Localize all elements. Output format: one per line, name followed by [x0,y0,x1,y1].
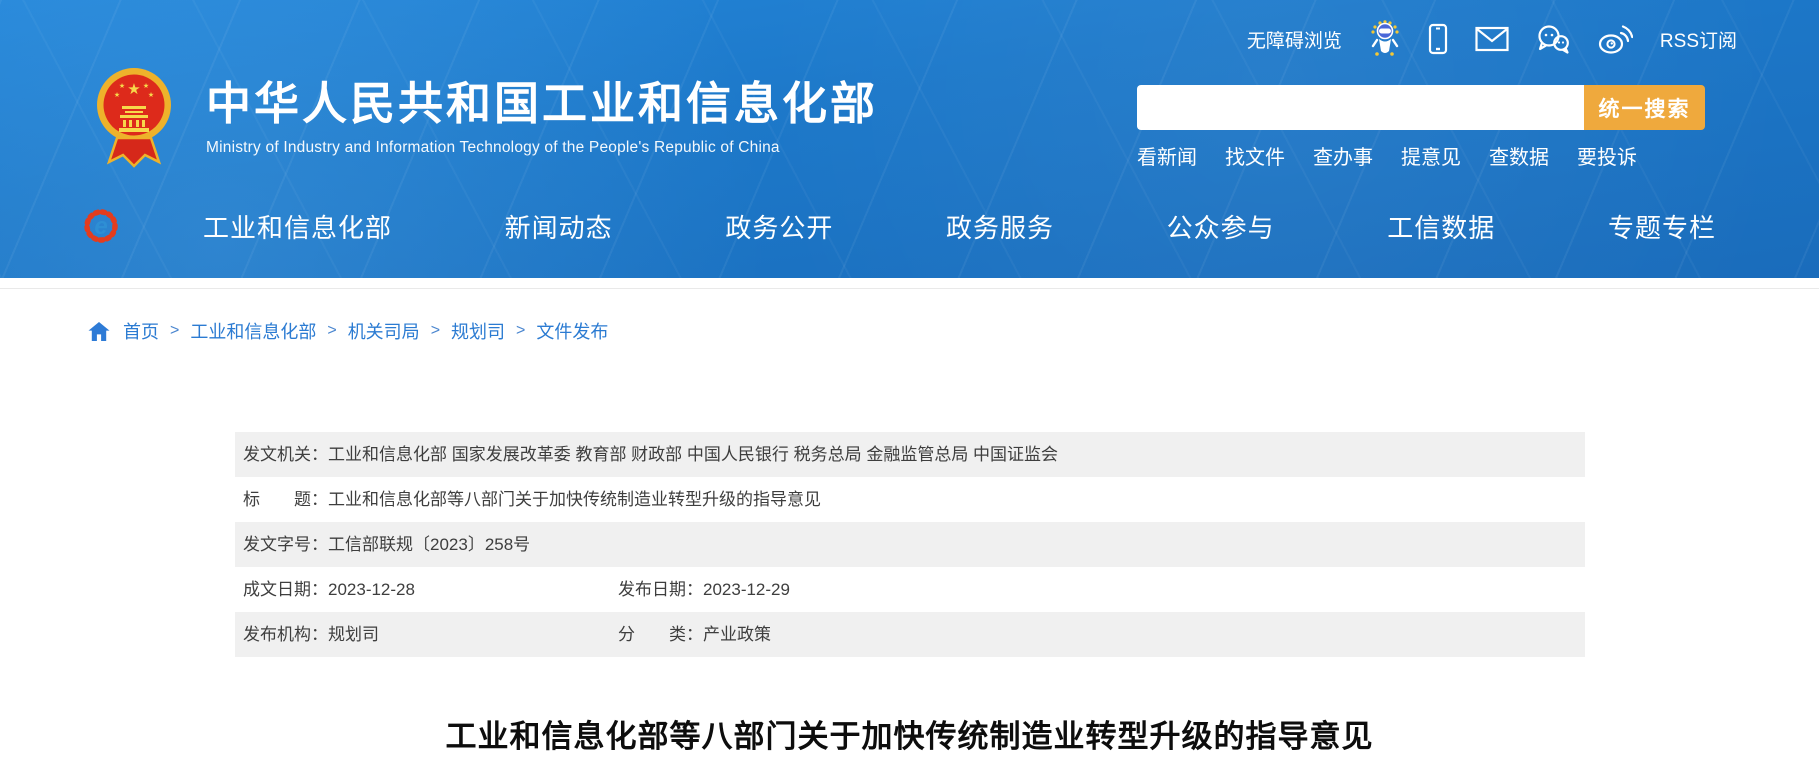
page: 无障碍浏览 [0,0,1819,774]
nav-item-miit[interactable]: 工业和信息化部 [203,208,392,245]
site-title-en: Ministry of Industry and Information Tec… [206,139,878,157]
site-title-cn: 中华人民共和国工业和信息化部 [206,78,878,130]
breadcrumb-separator: > [516,322,525,340]
nav-item-participation[interactable]: 公众参与 [1167,208,1275,245]
home-icon[interactable] [88,321,110,342]
row-value: 2023-12-29 [703,580,790,599]
nav-item-gov-services[interactable]: 政务服务 [946,208,1054,245]
quick-link-complaint[interactable]: 要投诉 [1577,141,1637,170]
breadcrumb-planning-dept[interactable]: 规划司 [451,318,505,344]
row-label: 分 类： [618,625,703,644]
quick-link-services[interactable]: 查办事 [1313,141,1373,170]
site-header: 无障碍浏览 [0,0,1819,278]
breadcrumb-document-release[interactable]: 文件发布 [536,318,608,344]
document-title: 工业和信息化部等八部门关于加快传统制造业转型升级的指导意见 [0,711,1819,756]
utility-bar: 无障碍浏览 [1247,20,1737,58]
nav-items: 工业和信息化部 新闻动态 政务公开 政务服务 公众参与 工信数据 专题专栏 [203,198,1716,254]
row-label: 发布机构： [243,625,328,644]
mail-icon[interactable] [1475,26,1509,52]
row-label: 发文字号： [243,535,328,554]
breadcrumb: 首页 > 工业和信息化部 > 机关司局 > 规划司 > 文件发布 [88,318,608,344]
breadcrumb-home[interactable]: 首页 [123,318,159,344]
document-info-table: 发文机关：工业和信息化部 国家发展改革委 教育部 财政部 中国人民银行 税务总局… [235,432,1585,657]
row-value: 工业和信息化部等八部门关于加快传统制造业转型升级的指导意见 [328,490,821,509]
svg-text:★: ★ [127,81,140,98]
mobile-icon[interactable] [1428,23,1448,55]
row-label: 发文机关： [243,445,328,464]
svg-text:★: ★ [143,82,149,90]
primary-nav: e 工业和信息化部 新闻动态 政务公开 政务服务 公众参与 工信数据 专题专栏 [0,198,1819,254]
row-label: 发布日期： [618,580,703,599]
national-emblem: ★ ★ ★ ★ ★ [96,64,172,175]
search-area: 统一搜索 [1137,85,1705,130]
svg-text:★: ★ [148,91,154,99]
row-pair-category: 分 类：产业政策 [618,612,771,657]
table-row-document-number: 发文字号：工信部联规〔2023〕258号 [235,522,1585,567]
breadcrumb-miit[interactable]: 工业和信息化部 [190,318,316,344]
row-value: 工信部联规〔2023〕258号 [328,535,530,554]
quick-link-data[interactable]: 查数据 [1489,141,1549,170]
nav-item-gov-info[interactable]: 政务公开 [725,208,833,245]
nav-item-news[interactable]: 新闻动态 [505,208,613,245]
quick-links: 看新闻 找文件 查办事 提意见 查数据 要投诉 [1137,141,1637,170]
quick-link-files[interactable]: 找文件 [1225,141,1285,170]
breadcrumb-separator: > [170,322,179,340]
brand-titles: 中华人民共和国工业和信息化部 Ministry of Industry and … [206,78,878,157]
quick-link-feedback[interactable]: 提意见 [1401,141,1461,170]
robot-mascot-icon[interactable] [1369,20,1401,58]
nav-item-data[interactable]: 工信数据 [1387,208,1495,245]
breadcrumb-departments[interactable]: 机关司局 [348,318,420,344]
table-row-dates: 成文日期：2023-12-28 发布日期：2023-12-29 [235,567,1585,612]
miit-logo-icon[interactable]: e [82,204,120,253]
wechat-icon[interactable] [1536,24,1570,54]
weibo-icon[interactable] [1597,23,1633,55]
row-value: 产业政策 [703,625,771,644]
quick-link-news[interactable]: 看新闻 [1137,141,1197,170]
table-row-publisher-category: 发布机构：规划司 分 类：产业政策 [235,612,1585,657]
svg-text:★: ★ [119,82,125,90]
row-pair-publish-date: 发布日期：2023-12-29 [618,567,790,612]
breadcrumb-separator: > [431,322,440,340]
row-value: 规划司 [328,625,379,644]
breadcrumb-separator: > [327,322,336,340]
nav-item-topics[interactable]: 专题专栏 [1608,208,1716,245]
row-label: 成文日期： [243,580,328,599]
search-input[interactable] [1137,85,1584,130]
row-label: 标 题： [243,490,328,509]
accessibility-link[interactable]: 无障碍浏览 [1247,26,1342,53]
unified-search-button[interactable]: 统一搜索 [1584,85,1705,130]
row-value: 工业和信息化部 国家发展改革委 教育部 财政部 中国人民银行 税务总局 金融监管… [328,445,1058,464]
table-row-title: 标 题：工业和信息化部等八部门关于加快传统制造业转型升级的指导意见 [235,477,1585,522]
rss-link[interactable]: RSS订阅 [1660,26,1737,53]
header-divider [0,288,1819,289]
svg-text:e: e [94,213,107,240]
row-value: 2023-12-28 [328,580,415,599]
svg-text:★: ★ [114,91,120,99]
table-row-issuing-agency: 发文机关：工业和信息化部 国家发展改革委 教育部 财政部 中国人民银行 税务总局… [235,432,1585,477]
